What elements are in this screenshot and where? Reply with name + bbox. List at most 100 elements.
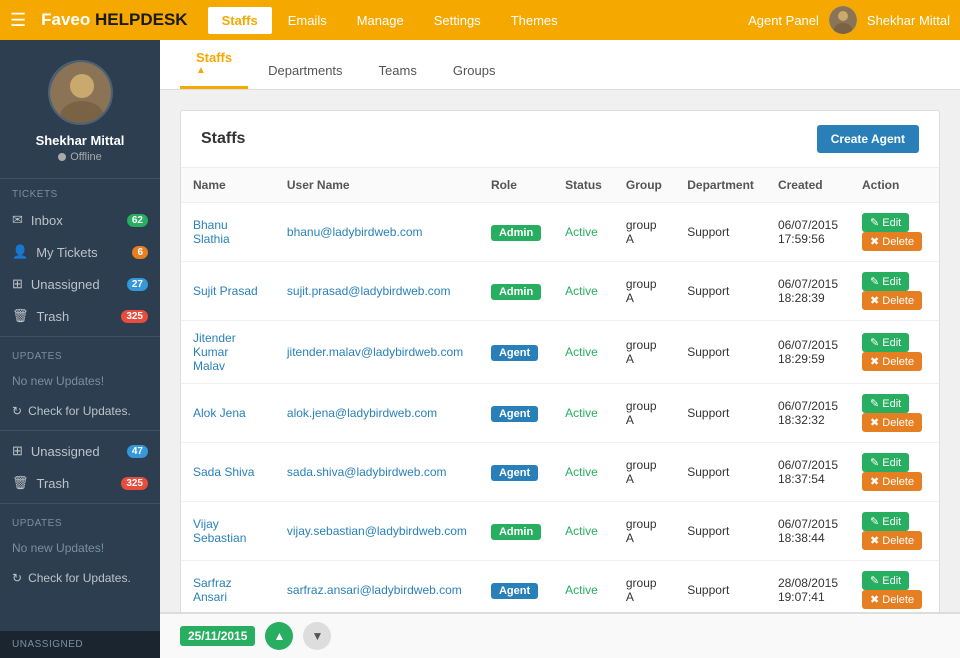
sidebar-username: Shekhar Mittal (36, 133, 125, 148)
scroll-up-button[interactable]: ▲ (265, 622, 293, 650)
table-row: Sujit Prasad sujit.prasad@ladybirdweb.co… (181, 262, 939, 321)
nav-manage[interactable]: Manage (343, 7, 418, 34)
staff-email-link[interactable]: vijay.sebastian@ladybirdweb.com (287, 524, 467, 538)
hamburger-icon[interactable]: ☰ (10, 10, 26, 31)
top-nav-username: Shekhar Mittal (867, 13, 950, 28)
scroll-down-button[interactable]: ▼ (303, 622, 331, 650)
staff-email-link[interactable]: sujit.prasad@ladybirdweb.com (287, 284, 451, 298)
sidebar-divider-2 (0, 430, 160, 431)
nav-themes[interactable]: Themes (497, 7, 572, 34)
staff-name-link[interactable]: Bhanu Slathia (193, 218, 230, 246)
agent-panel-link[interactable]: Agent Panel (748, 13, 819, 28)
brand-logo: Faveo HELPDESK (41, 10, 187, 30)
sidebar-check-updates[interactable]: ↻ Check for Updates. (0, 396, 160, 426)
edit-button[interactable]: ✎ Edit (862, 571, 909, 590)
sidebar-status: Offline (58, 151, 102, 163)
cell-department: Support (675, 384, 766, 443)
cell-department: Support (675, 443, 766, 502)
table-row: Jitender Kumar Malav jitender.malav@lady… (181, 321, 939, 384)
edit-button[interactable]: ✎ Edit (862, 512, 909, 531)
staff-name-link[interactable]: Sada Shiva (193, 465, 254, 479)
delete-button[interactable]: ✖ Delete (862, 291, 922, 310)
cell-status: Active (553, 502, 614, 561)
content-area: Staffs Create Agent Name User Name Role … (160, 90, 960, 623)
cell-name: Sada Shiva (181, 443, 275, 502)
cell-email: sarfraz.ansari@ladybirdweb.com (275, 561, 479, 620)
delete-button[interactable]: ✖ Delete (862, 590, 922, 609)
delete-button[interactable]: ✖ Delete (862, 352, 922, 371)
edit-button[interactable]: ✎ Edit (862, 394, 909, 413)
role-badge: Admin (491, 284, 541, 300)
col-action: Action (850, 168, 939, 203)
delete-button[interactable]: ✖ Delete (862, 472, 922, 491)
avatar (48, 60, 113, 125)
page-layout: Shekhar Mittal Offline TICKETS ✉ Inbox 6… (0, 40, 960, 658)
tab-staffs[interactable]: Staffs ▲ (180, 40, 248, 89)
unassigned2-badge: 47 (127, 445, 148, 458)
cell-group: group A (614, 502, 675, 561)
sidebar-item-unassigned[interactable]: ⊞ Unassigned 27 (0, 268, 160, 300)
col-group: Group (614, 168, 675, 203)
cell-email: sujit.prasad@ladybirdweb.com (275, 262, 479, 321)
staff-email-link[interactable]: sada.shiva@ladybirdweb.com (287, 465, 447, 479)
sidebar-item-trash[interactable]: 🗑 Trash 325 (0, 300, 160, 332)
tab-departments[interactable]: Departments (252, 53, 358, 89)
sidebar-bottom-label: UNASSIGNED (0, 631, 160, 658)
user-avatar (829, 6, 857, 34)
table-header-row: Name User Name Role Status Group Departm… (181, 168, 939, 203)
tab-teams[interactable]: Teams (363, 53, 433, 89)
sync-icon: ↻ (12, 404, 22, 418)
table-row: Bhanu Slathia bhanu@ladybirdweb.com Admi… (181, 203, 939, 262)
cell-status: Active (553, 321, 614, 384)
status-value: Active (565, 465, 598, 479)
edit-button[interactable]: ✎ Edit (862, 213, 909, 232)
edit-button[interactable]: ✎ Edit (862, 453, 909, 472)
cell-status: Active (553, 203, 614, 262)
tab-active-arrow: ▲ (196, 65, 232, 76)
main-content: Staffs ▲ Departments Teams Groups Staffs… (160, 40, 960, 658)
staff-name-link[interactable]: Sujit Prasad (193, 284, 258, 298)
create-agent-button[interactable]: Create Agent (817, 125, 919, 153)
staff-name-link[interactable]: Sarfraz Ansari (193, 576, 232, 604)
sidebar-check-updates2[interactable]: ↻ Check for Updates. (0, 563, 160, 593)
delete-button[interactable]: ✖ Delete (862, 413, 922, 432)
edit-button[interactable]: ✎ Edit (862, 333, 909, 352)
nav-settings[interactable]: Settings (420, 7, 495, 34)
staff-name-link[interactable]: Jitender Kumar Malav (193, 331, 236, 373)
cell-created: 06/07/201518:32:32 (766, 384, 850, 443)
delete-button[interactable]: ✖ Delete (862, 232, 922, 251)
mytickets-icon: 👤 (12, 244, 28, 260)
cell-created: 06/07/201518:37:54 (766, 443, 850, 502)
staffs-table: Name User Name Role Status Group Departm… (181, 168, 939, 623)
staff-email-link[interactable]: alok.jena@ladybirdweb.com (287, 406, 437, 420)
sidebar-divider-3 (0, 503, 160, 504)
inbox-badge: 62 (127, 214, 148, 227)
cell-group: group A (614, 262, 675, 321)
staff-email-link[interactable]: sarfraz.ansari@ladybirdweb.com (287, 583, 462, 597)
nav-staffs[interactable]: Staffs (208, 7, 272, 34)
tab-groups[interactable]: Groups (437, 53, 512, 89)
cell-department: Support (675, 321, 766, 384)
sidebar-item-unassigned2[interactable]: ⊞ Unassigned 47 (0, 435, 160, 467)
role-badge: Agent (491, 345, 538, 361)
staff-name-link[interactable]: Vijay Sebastian (193, 517, 246, 545)
staff-email-link[interactable]: bhanu@ladybirdweb.com (287, 225, 423, 239)
staff-name-link[interactable]: Alok Jena (193, 406, 246, 420)
sidebar-item-mytickets[interactable]: 👤 My Tickets 6 (0, 236, 160, 268)
cell-role: Agent (479, 443, 553, 502)
nav-emails[interactable]: Emails (274, 7, 341, 34)
sidebar-section-updates2: UPDATES (0, 508, 160, 533)
staff-email-link[interactable]: jitender.malav@ladybirdweb.com (287, 345, 463, 359)
sidebar-item-trash2[interactable]: 🗑 Trash 325 (0, 467, 160, 499)
cell-action: ✎ Edit ✖ Delete (850, 561, 939, 620)
delete-button[interactable]: ✖ Delete (862, 531, 922, 550)
staffs-title: Staffs (201, 130, 245, 148)
cell-created: 06/07/201518:38:44 (766, 502, 850, 561)
role-badge: Agent (491, 465, 538, 481)
sidebar-item-label-trash2: Trash (37, 476, 70, 491)
sidebar-item-inbox[interactable]: ✉ Inbox 62 (0, 204, 160, 236)
cell-name: Alok Jena (181, 384, 275, 443)
cell-role: Admin (479, 502, 553, 561)
edit-button[interactable]: ✎ Edit (862, 272, 909, 291)
sidebar-item-label-unassigned: Unassigned (31, 277, 100, 292)
